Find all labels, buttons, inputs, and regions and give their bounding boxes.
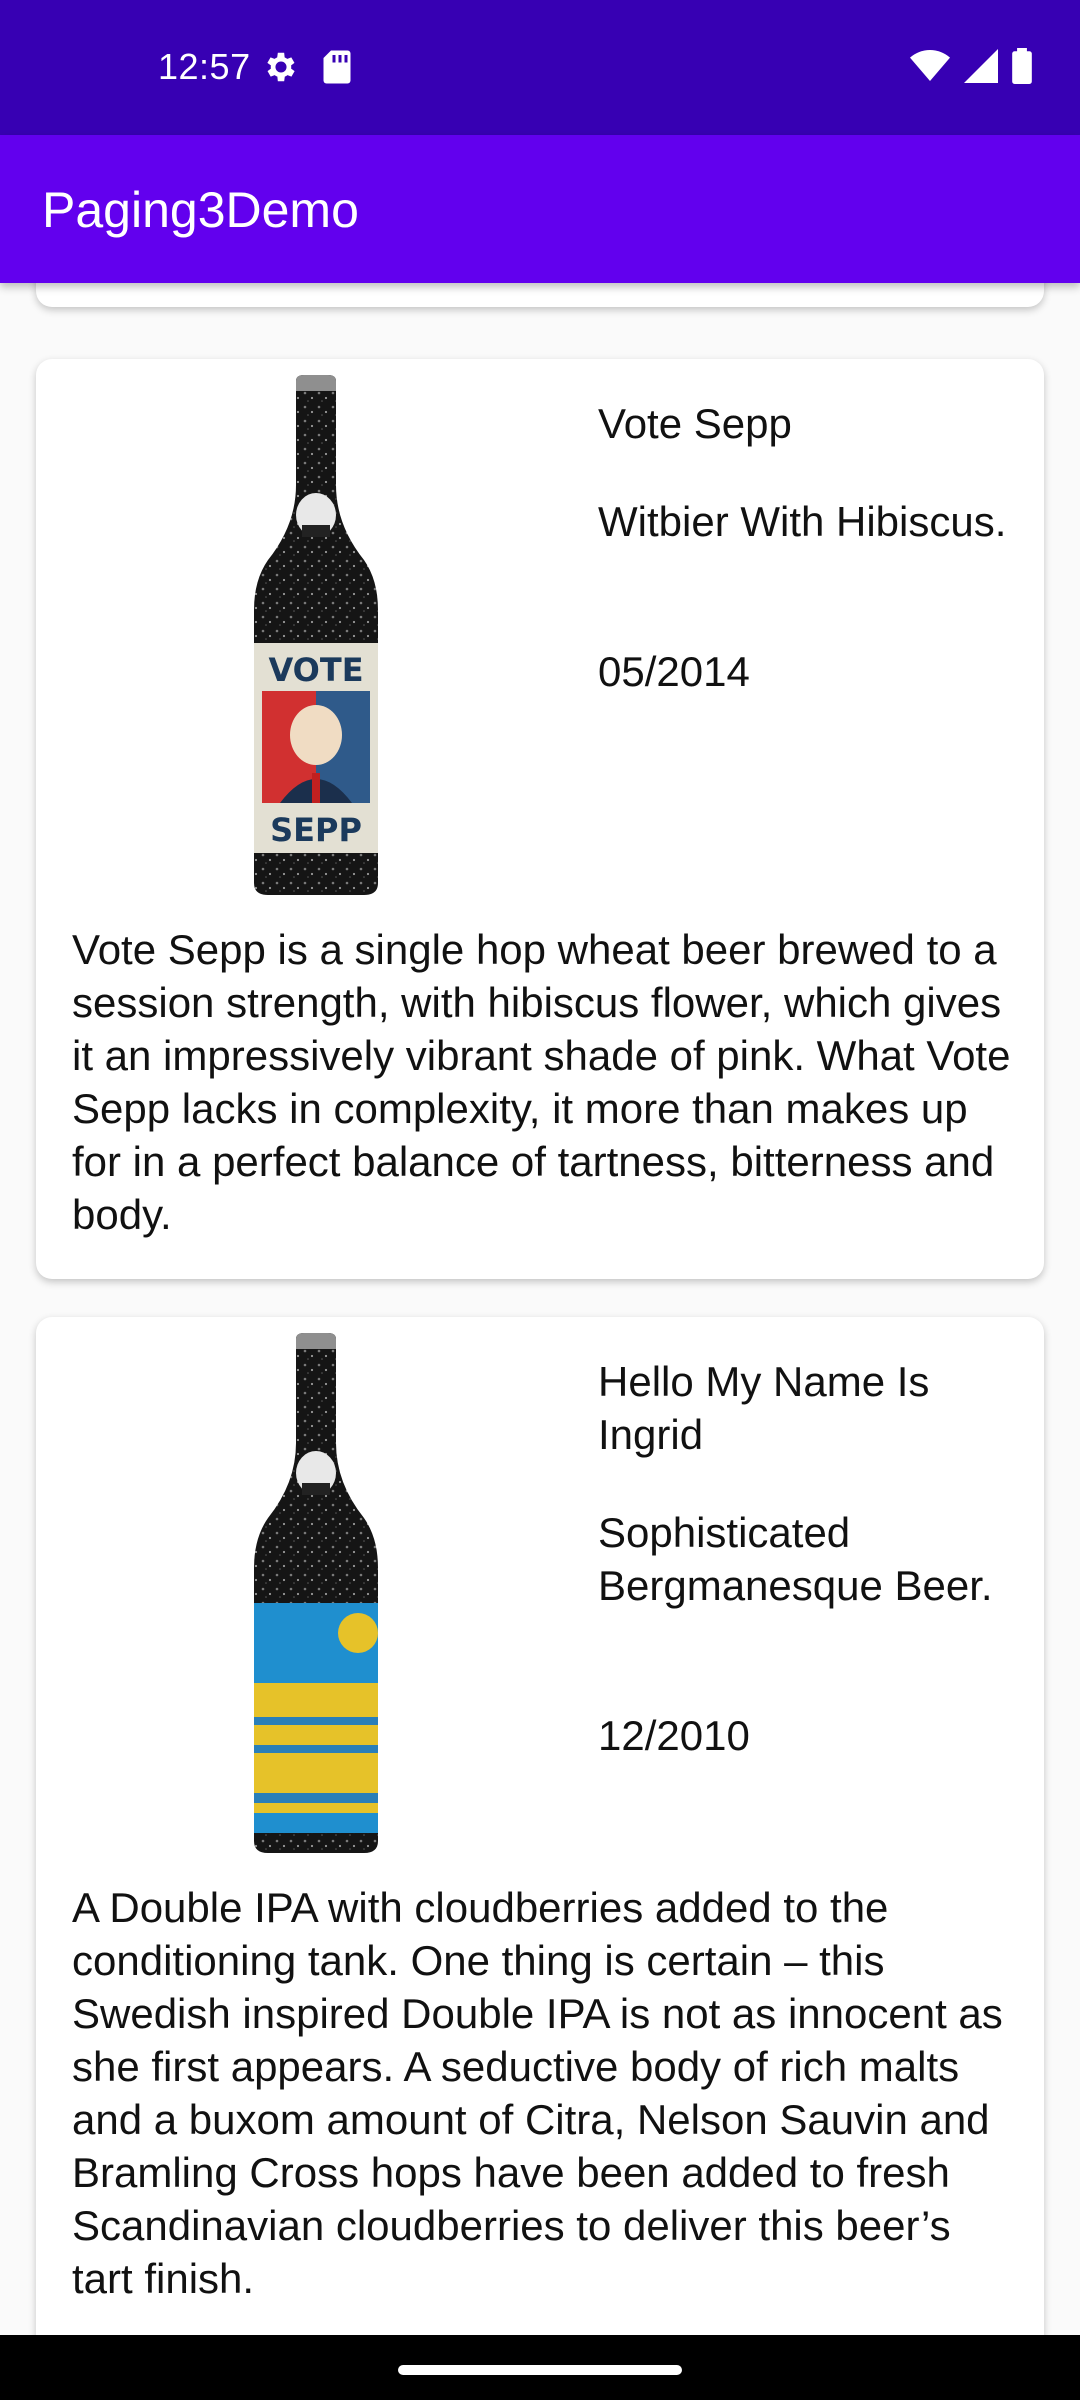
bottle-label-bottom: SEPP xyxy=(270,811,362,849)
beer-bottle-image xyxy=(254,1333,378,1853)
status-left-icons xyxy=(262,48,352,86)
beer-tagline: Sophisticated Bergmanesque Beer. xyxy=(598,1509,993,1609)
home-gesture-handle[interactable] xyxy=(398,2365,682,2375)
bottle-label-top: VOTE xyxy=(268,651,363,689)
battery-icon xyxy=(1012,48,1032,84)
sd-card-icon xyxy=(323,50,351,84)
beer-description: A Double IPA with cloudberries added to … xyxy=(72,1884,1003,2302)
status-bar: 12:57 xyxy=(0,0,1080,135)
beer-card[interactable]: Hello My Name Is Ingrid Sophisticated Be… xyxy=(36,1317,1044,2335)
signal-icon xyxy=(964,49,998,83)
settings-icon xyxy=(267,52,295,82)
app-bar: Paging3Demo xyxy=(0,135,1080,283)
status-time: 12:57 xyxy=(158,46,251,87)
beer-name: Vote Sepp xyxy=(598,400,792,447)
navigation-bar xyxy=(0,2335,1080,2400)
beer-card[interactable]: VOTE SEPP Vote Sepp Witbier With Hibiscu… xyxy=(36,359,1044,1279)
beer-card-previous[interactable] xyxy=(36,283,1044,307)
beer-first-brewed: 12/2010 xyxy=(598,1712,750,1759)
beer-list[interactable]: VOTE SEPP Vote Sepp Witbier With Hibiscu… xyxy=(0,283,1080,2335)
beer-tagline: Witbier With Hibiscus. xyxy=(598,498,1007,545)
beer-description: Vote Sepp is a single hop wheat beer bre… xyxy=(72,926,1011,1238)
beer-bottle-image: VOTE SEPP xyxy=(254,375,378,895)
app-title: Paging3Demo xyxy=(42,182,359,238)
beer-name: Hello My Name Is Ingrid xyxy=(598,1358,930,1458)
wifi-icon xyxy=(910,50,950,81)
beer-first-brewed: 05/2014 xyxy=(598,648,750,695)
status-right-icons xyxy=(910,48,1032,84)
